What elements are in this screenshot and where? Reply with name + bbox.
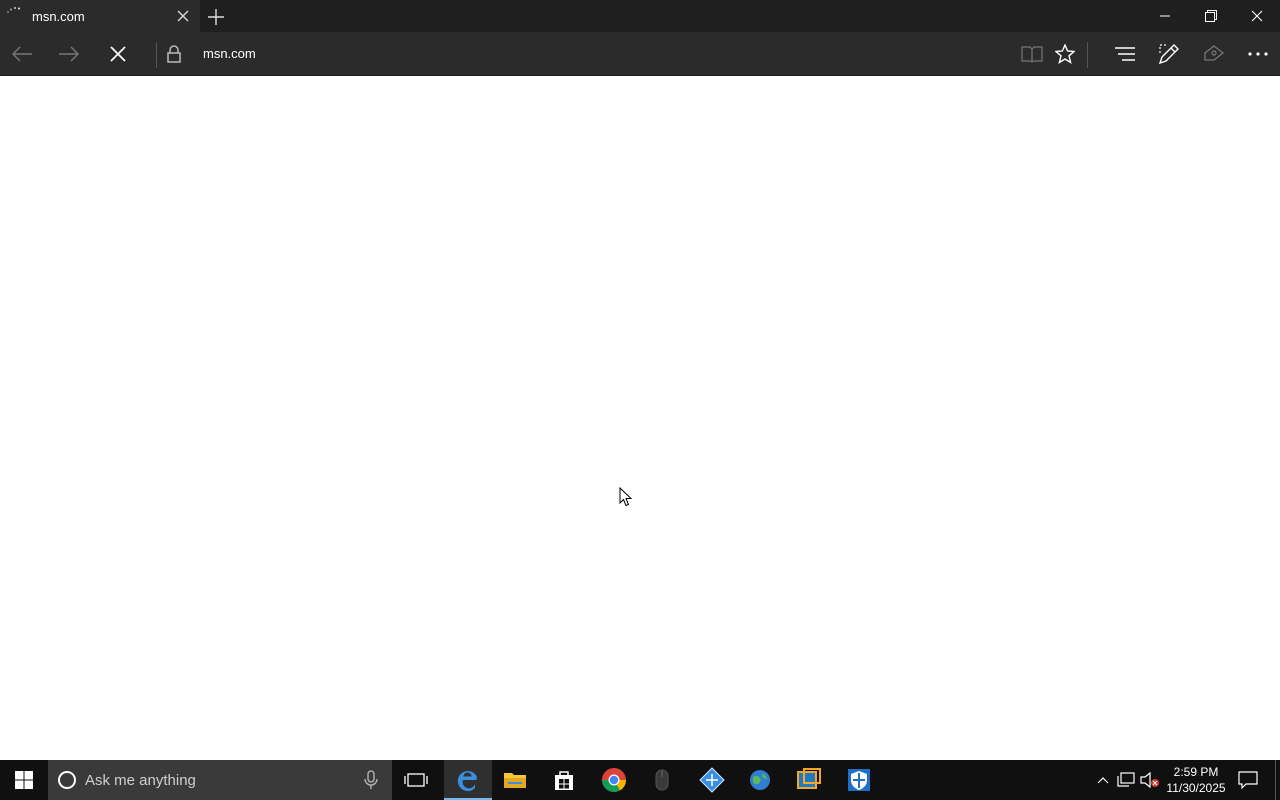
task-view-icon (404, 773, 428, 787)
restore-icon (1205, 10, 1217, 22)
edge-icon (457, 771, 477, 791)
search-placeholder: Ask me anything (85, 772, 196, 789)
taskbar-edge[interactable] (444, 760, 492, 800)
browser-tab[interactable]: msn.com (0, 0, 200, 32)
taskbar-defender[interactable] (835, 760, 883, 800)
address-toolbar: msn.com (0, 32, 1280, 76)
title-bar: msn.com (0, 0, 1280, 32)
hub-button[interactable] (1103, 32, 1147, 76)
taskbar-chrome[interactable] (590, 760, 638, 800)
share-icon (1204, 45, 1225, 61)
microphone-icon[interactable] (364, 770, 378, 790)
notification-icon (1238, 771, 1258, 789)
hub-lines-icon (1115, 47, 1135, 61)
shield-icon (848, 769, 870, 791)
favorite-button[interactable] (1043, 32, 1087, 76)
back-button[interactable] (0, 32, 44, 76)
taskbar-tool-app[interactable] (688, 760, 736, 800)
close-window-button[interactable] (1234, 0, 1280, 32)
start-button[interactable] (0, 760, 48, 800)
taskbar: Ask me anything 2:59 PM 11/30/2025 (0, 760, 1280, 800)
x-icon (110, 46, 126, 62)
clock-date: 11/30/2025 (1166, 781, 1226, 795)
taskbar-mouse-app[interactable] (638, 760, 686, 800)
arrow-right-icon (59, 46, 79, 62)
taskbar-file-explorer[interactable] (491, 760, 539, 800)
loading-spinner-icon (7, 7, 20, 13)
task-view-button[interactable] (392, 760, 440, 800)
share-button[interactable] (1192, 32, 1236, 76)
cortana-icon (58, 771, 76, 789)
close-icon (1251, 10, 1263, 22)
show-desktop-button[interactable] (1275, 760, 1280, 800)
star-icon (1055, 44, 1075, 64)
clock-time: 2:59 PM (1173, 765, 1219, 779)
taskbar-store[interactable] (540, 760, 588, 800)
globe-icon (750, 770, 770, 790)
store-bag-icon (555, 771, 573, 790)
book-icon (1021, 46, 1043, 63)
folder-icon (504, 773, 526, 788)
show-hidden-icons[interactable] (1093, 760, 1113, 800)
network-tray[interactable] (1115, 760, 1137, 800)
more-button[interactable] (1236, 32, 1280, 76)
toolbar-separator (1087, 42, 1088, 68)
new-tab-plus-icon[interactable] (205, 6, 227, 28)
tab-close-icon[interactable] (174, 7, 192, 25)
page-content[interactable] (0, 77, 1280, 760)
cortana-search-box[interactable]: Ask me anything (48, 760, 392, 800)
forward-button[interactable] (47, 32, 91, 76)
mouse-cursor-icon (619, 487, 633, 507)
lock-icon (167, 45, 181, 63)
window-app-icon (797, 768, 821, 789)
mouse-icon (655, 769, 669, 791)
web-note-button[interactable] (1147, 32, 1191, 76)
pen-icon (1158, 44, 1179, 65)
action-center-button[interactable] (1234, 760, 1262, 800)
minimize-icon (1160, 15, 1170, 17)
network-icon (1117, 772, 1135, 787)
volume-tray[interactable] (1139, 760, 1161, 800)
taskbar-globe-app[interactable] (736, 760, 784, 800)
minimize-button[interactable] (1142, 0, 1188, 32)
address-separator (156, 42, 157, 68)
taskbar-window-app[interactable] (785, 760, 833, 800)
diamond-tool-icon (699, 767, 725, 793)
more-dots-icon (1248, 52, 1268, 56)
chrome-icon (602, 768, 626, 793)
volume-muted-icon (1140, 772, 1159, 788)
chevron-up-icon (1097, 777, 1109, 784)
stop-loading-button[interactable] (96, 32, 140, 76)
tab-title: msn.com (32, 9, 85, 24)
taskbar-clock[interactable]: 2:59 PM 11/30/2025 (1160, 764, 1232, 796)
address-url[interactable]: msn.com (203, 46, 256, 61)
arrow-left-icon (12, 46, 32, 62)
windows-logo-icon (15, 771, 33, 789)
restore-button[interactable] (1188, 0, 1234, 32)
